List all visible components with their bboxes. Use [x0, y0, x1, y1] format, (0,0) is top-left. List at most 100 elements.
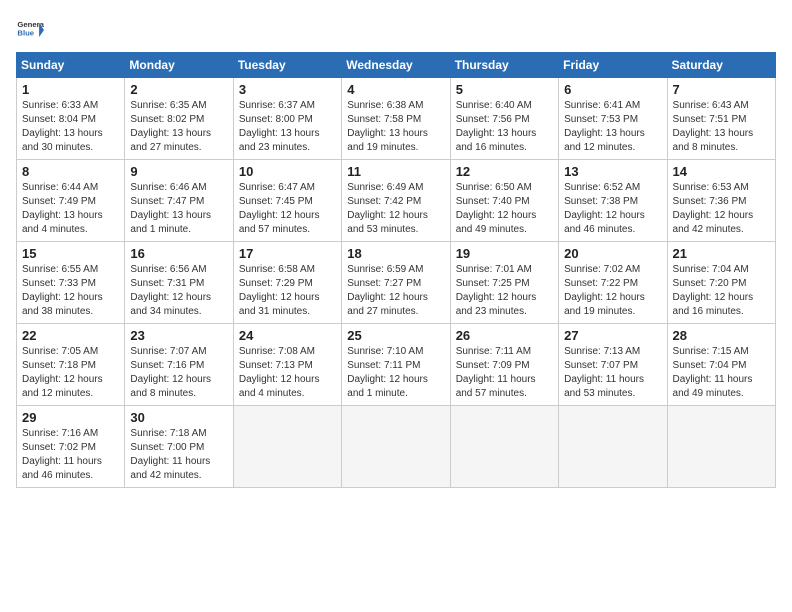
- week-row-4: 22 Sunrise: 7:05 AM Sunset: 7:18 PM Dayli…: [17, 324, 776, 406]
- day-number: 18: [347, 246, 444, 261]
- day-cell-23: 23 Sunrise: 7:07 AM Sunset: 7:16 PM Dayli…: [125, 324, 233, 406]
- day-cell-16: 16 Sunrise: 6:56 AM Sunset: 7:31 PM Dayli…: [125, 242, 233, 324]
- day-number: 7: [673, 82, 770, 97]
- day-cell-10: 10Sunrise: 6:47 AM Sunset: 7:45 PM Dayli…: [233, 160, 341, 242]
- empty-cell: [233, 406, 341, 488]
- day-info: Sunrise: 7:16 AM Sunset: 7:02 PM Dayligh…: [22, 427, 119, 483]
- day-cell-8: 8Sunrise: 6:44 AM Sunset: 7:49 PM Daylig…: [17, 160, 125, 242]
- day-info: Sunrise: 6:35 AM Sunset: 8:02 PM Dayligh…: [130, 99, 227, 155]
- col-header-friday: Friday: [559, 53, 667, 78]
- day-number: 13: [564, 164, 661, 179]
- day-info: Sunrise: 7:08 AM Sunset: 7:13 PM Dayligh…: [239, 345, 336, 401]
- day-info: Sunrise: 6:56 AM Sunset: 7:31 PM Dayligh…: [130, 263, 227, 319]
- day-cell-14: 14 Sunrise: 6:53 AM Sunset: 7:36 PM Dayli…: [667, 160, 775, 242]
- empty-cell: [559, 406, 667, 488]
- day-number: 6: [564, 82, 661, 97]
- empty-cell: [667, 406, 775, 488]
- day-number: 23: [130, 328, 227, 343]
- empty-cell: [450, 406, 558, 488]
- day-number: 21: [673, 246, 770, 261]
- day-info: Sunrise: 6:55 AM Sunset: 7:33 PM Dayligh…: [22, 263, 119, 319]
- day-number: 5: [456, 82, 553, 97]
- day-info: Sunrise: 7:10 AM Sunset: 7:11 PM Dayligh…: [347, 345, 444, 401]
- day-cell-11: 11 Sunrise: 6:49 AM Sunset: 7:42 PM Dayli…: [342, 160, 450, 242]
- day-info: Sunrise: 6:47 AM Sunset: 7:45 PM Dayligh…: [239, 181, 336, 237]
- day-cell-9: 9 Sunrise: 6:46 AM Sunset: 7:47 PM Daylig…: [125, 160, 233, 242]
- day-info: Sunrise: 7:07 AM Sunset: 7:16 PM Dayligh…: [130, 345, 227, 401]
- day-number: 2: [130, 82, 227, 97]
- day-number: 16: [130, 246, 227, 261]
- day-number: 27: [564, 328, 661, 343]
- day-cell-18: 18 Sunrise: 6:59 AM Sunset: 7:27 PM Dayli…: [342, 242, 450, 324]
- day-info: Sunrise: 6:33 AM Sunset: 8:04 PM Dayligh…: [22, 99, 119, 155]
- col-header-wednesday: Wednesday: [342, 53, 450, 78]
- day-cell-25: 25 Sunrise: 7:10 AM Sunset: 7:11 PM Dayli…: [342, 324, 450, 406]
- day-number: 17: [239, 246, 336, 261]
- day-cell-12: 12 Sunrise: 6:50 AM Sunset: 7:40 PM Dayli…: [450, 160, 558, 242]
- day-info: Sunrise: 6:50 AM Sunset: 7:40 PM Dayligh…: [456, 181, 553, 237]
- day-number: 26: [456, 328, 553, 343]
- col-header-saturday: Saturday: [667, 53, 775, 78]
- day-info: Sunrise: 7:13 AM Sunset: 7:07 PM Dayligh…: [564, 345, 661, 401]
- week-row-5: 29 Sunrise: 7:16 AM Sunset: 7:02 PM Dayli…: [17, 406, 776, 488]
- col-header-monday: Monday: [125, 53, 233, 78]
- day-cell-7: 7Sunrise: 6:43 AM Sunset: 7:51 PM Daylig…: [667, 78, 775, 160]
- day-info: Sunrise: 6:53 AM Sunset: 7:36 PM Dayligh…: [673, 181, 770, 237]
- day-cell-29: 29 Sunrise: 7:16 AM Sunset: 7:02 PM Dayli…: [17, 406, 125, 488]
- header: General Blue: [16, 16, 776, 44]
- col-header-tuesday: Tuesday: [233, 53, 341, 78]
- day-cell-17: 17 Sunrise: 6:58 AM Sunset: 7:29 PM Dayli…: [233, 242, 341, 324]
- day-cell-30: 30 Sunrise: 7:18 AM Sunset: 7:00 PM Dayli…: [125, 406, 233, 488]
- day-number: 1: [22, 82, 119, 97]
- day-number: 4: [347, 82, 444, 97]
- day-number: 20: [564, 246, 661, 261]
- day-cell-4: 4 Sunrise: 6:38 AM Sunset: 7:58 PM Daylig…: [342, 78, 450, 160]
- day-info: Sunrise: 6:38 AM Sunset: 7:58 PM Dayligh…: [347, 99, 444, 155]
- svg-text:Blue: Blue: [17, 29, 34, 38]
- day-number: 12: [456, 164, 553, 179]
- day-info: Sunrise: 6:46 AM Sunset: 7:47 PM Dayligh…: [130, 181, 227, 237]
- day-number: 30: [130, 410, 227, 425]
- day-info: Sunrise: 6:52 AM Sunset: 7:38 PM Dayligh…: [564, 181, 661, 237]
- day-info: Sunrise: 7:04 AM Sunset: 7:20 PM Dayligh…: [673, 263, 770, 319]
- day-info: Sunrise: 6:58 AM Sunset: 7:29 PM Dayligh…: [239, 263, 336, 319]
- week-row-3: 15 Sunrise: 6:55 AM Sunset: 7:33 PM Dayli…: [17, 242, 776, 324]
- day-number: 28: [673, 328, 770, 343]
- day-number: 3: [239, 82, 336, 97]
- day-number: 11: [347, 164, 444, 179]
- day-number: 14: [673, 164, 770, 179]
- week-row-1: 1 Sunrise: 6:33 AM Sunset: 8:04 PM Daylig…: [17, 78, 776, 160]
- day-cell-5: 5 Sunrise: 6:40 AM Sunset: 7:56 PM Daylig…: [450, 78, 558, 160]
- day-number: 19: [456, 246, 553, 261]
- day-info: Sunrise: 6:49 AM Sunset: 7:42 PM Dayligh…: [347, 181, 444, 237]
- day-info: Sunrise: 7:05 AM Sunset: 7:18 PM Dayligh…: [22, 345, 119, 401]
- day-info: Sunrise: 7:02 AM Sunset: 7:22 PM Dayligh…: [564, 263, 661, 319]
- logo: General Blue: [16, 16, 44, 44]
- col-header-sunday: Sunday: [17, 53, 125, 78]
- day-number: 9: [130, 164, 227, 179]
- day-info: Sunrise: 7:01 AM Sunset: 7:25 PM Dayligh…: [456, 263, 553, 319]
- calendar-table: SundayMondayTuesdayWednesdayThursdayFrid…: [16, 52, 776, 488]
- col-header-thursday: Thursday: [450, 53, 558, 78]
- day-info: Sunrise: 6:40 AM Sunset: 7:56 PM Dayligh…: [456, 99, 553, 155]
- day-number: 8: [22, 164, 119, 179]
- day-cell-13: 13 Sunrise: 6:52 AM Sunset: 7:38 PM Dayli…: [559, 160, 667, 242]
- day-info: Sunrise: 6:59 AM Sunset: 7:27 PM Dayligh…: [347, 263, 444, 319]
- day-cell-26: 26 Sunrise: 7:11 AM Sunset: 7:09 PM Dayli…: [450, 324, 558, 406]
- day-number: 29: [22, 410, 119, 425]
- day-cell-1: 1 Sunrise: 6:33 AM Sunset: 8:04 PM Daylig…: [17, 78, 125, 160]
- day-number: 22: [22, 328, 119, 343]
- day-cell-15: 15 Sunrise: 6:55 AM Sunset: 7:33 PM Dayli…: [17, 242, 125, 324]
- day-cell-21: 21 Sunrise: 7:04 AM Sunset: 7:20 PM Dayli…: [667, 242, 775, 324]
- day-cell-6: 6Sunrise: 6:41 AM Sunset: 7:53 PM Daylig…: [559, 78, 667, 160]
- day-number: 25: [347, 328, 444, 343]
- day-info: Sunrise: 7:18 AM Sunset: 7:00 PM Dayligh…: [130, 427, 227, 483]
- empty-cell: [342, 406, 450, 488]
- day-number: 24: [239, 328, 336, 343]
- day-info: Sunrise: 7:11 AM Sunset: 7:09 PM Dayligh…: [456, 345, 553, 401]
- day-cell-22: 22 Sunrise: 7:05 AM Sunset: 7:18 PM Dayli…: [17, 324, 125, 406]
- day-number: 15: [22, 246, 119, 261]
- day-cell-2: 2 Sunrise: 6:35 AM Sunset: 8:02 PM Daylig…: [125, 78, 233, 160]
- day-cell-20: 20 Sunrise: 7:02 AM Sunset: 7:22 PM Dayli…: [559, 242, 667, 324]
- week-row-2: 8Sunrise: 6:44 AM Sunset: 7:49 PM Daylig…: [17, 160, 776, 242]
